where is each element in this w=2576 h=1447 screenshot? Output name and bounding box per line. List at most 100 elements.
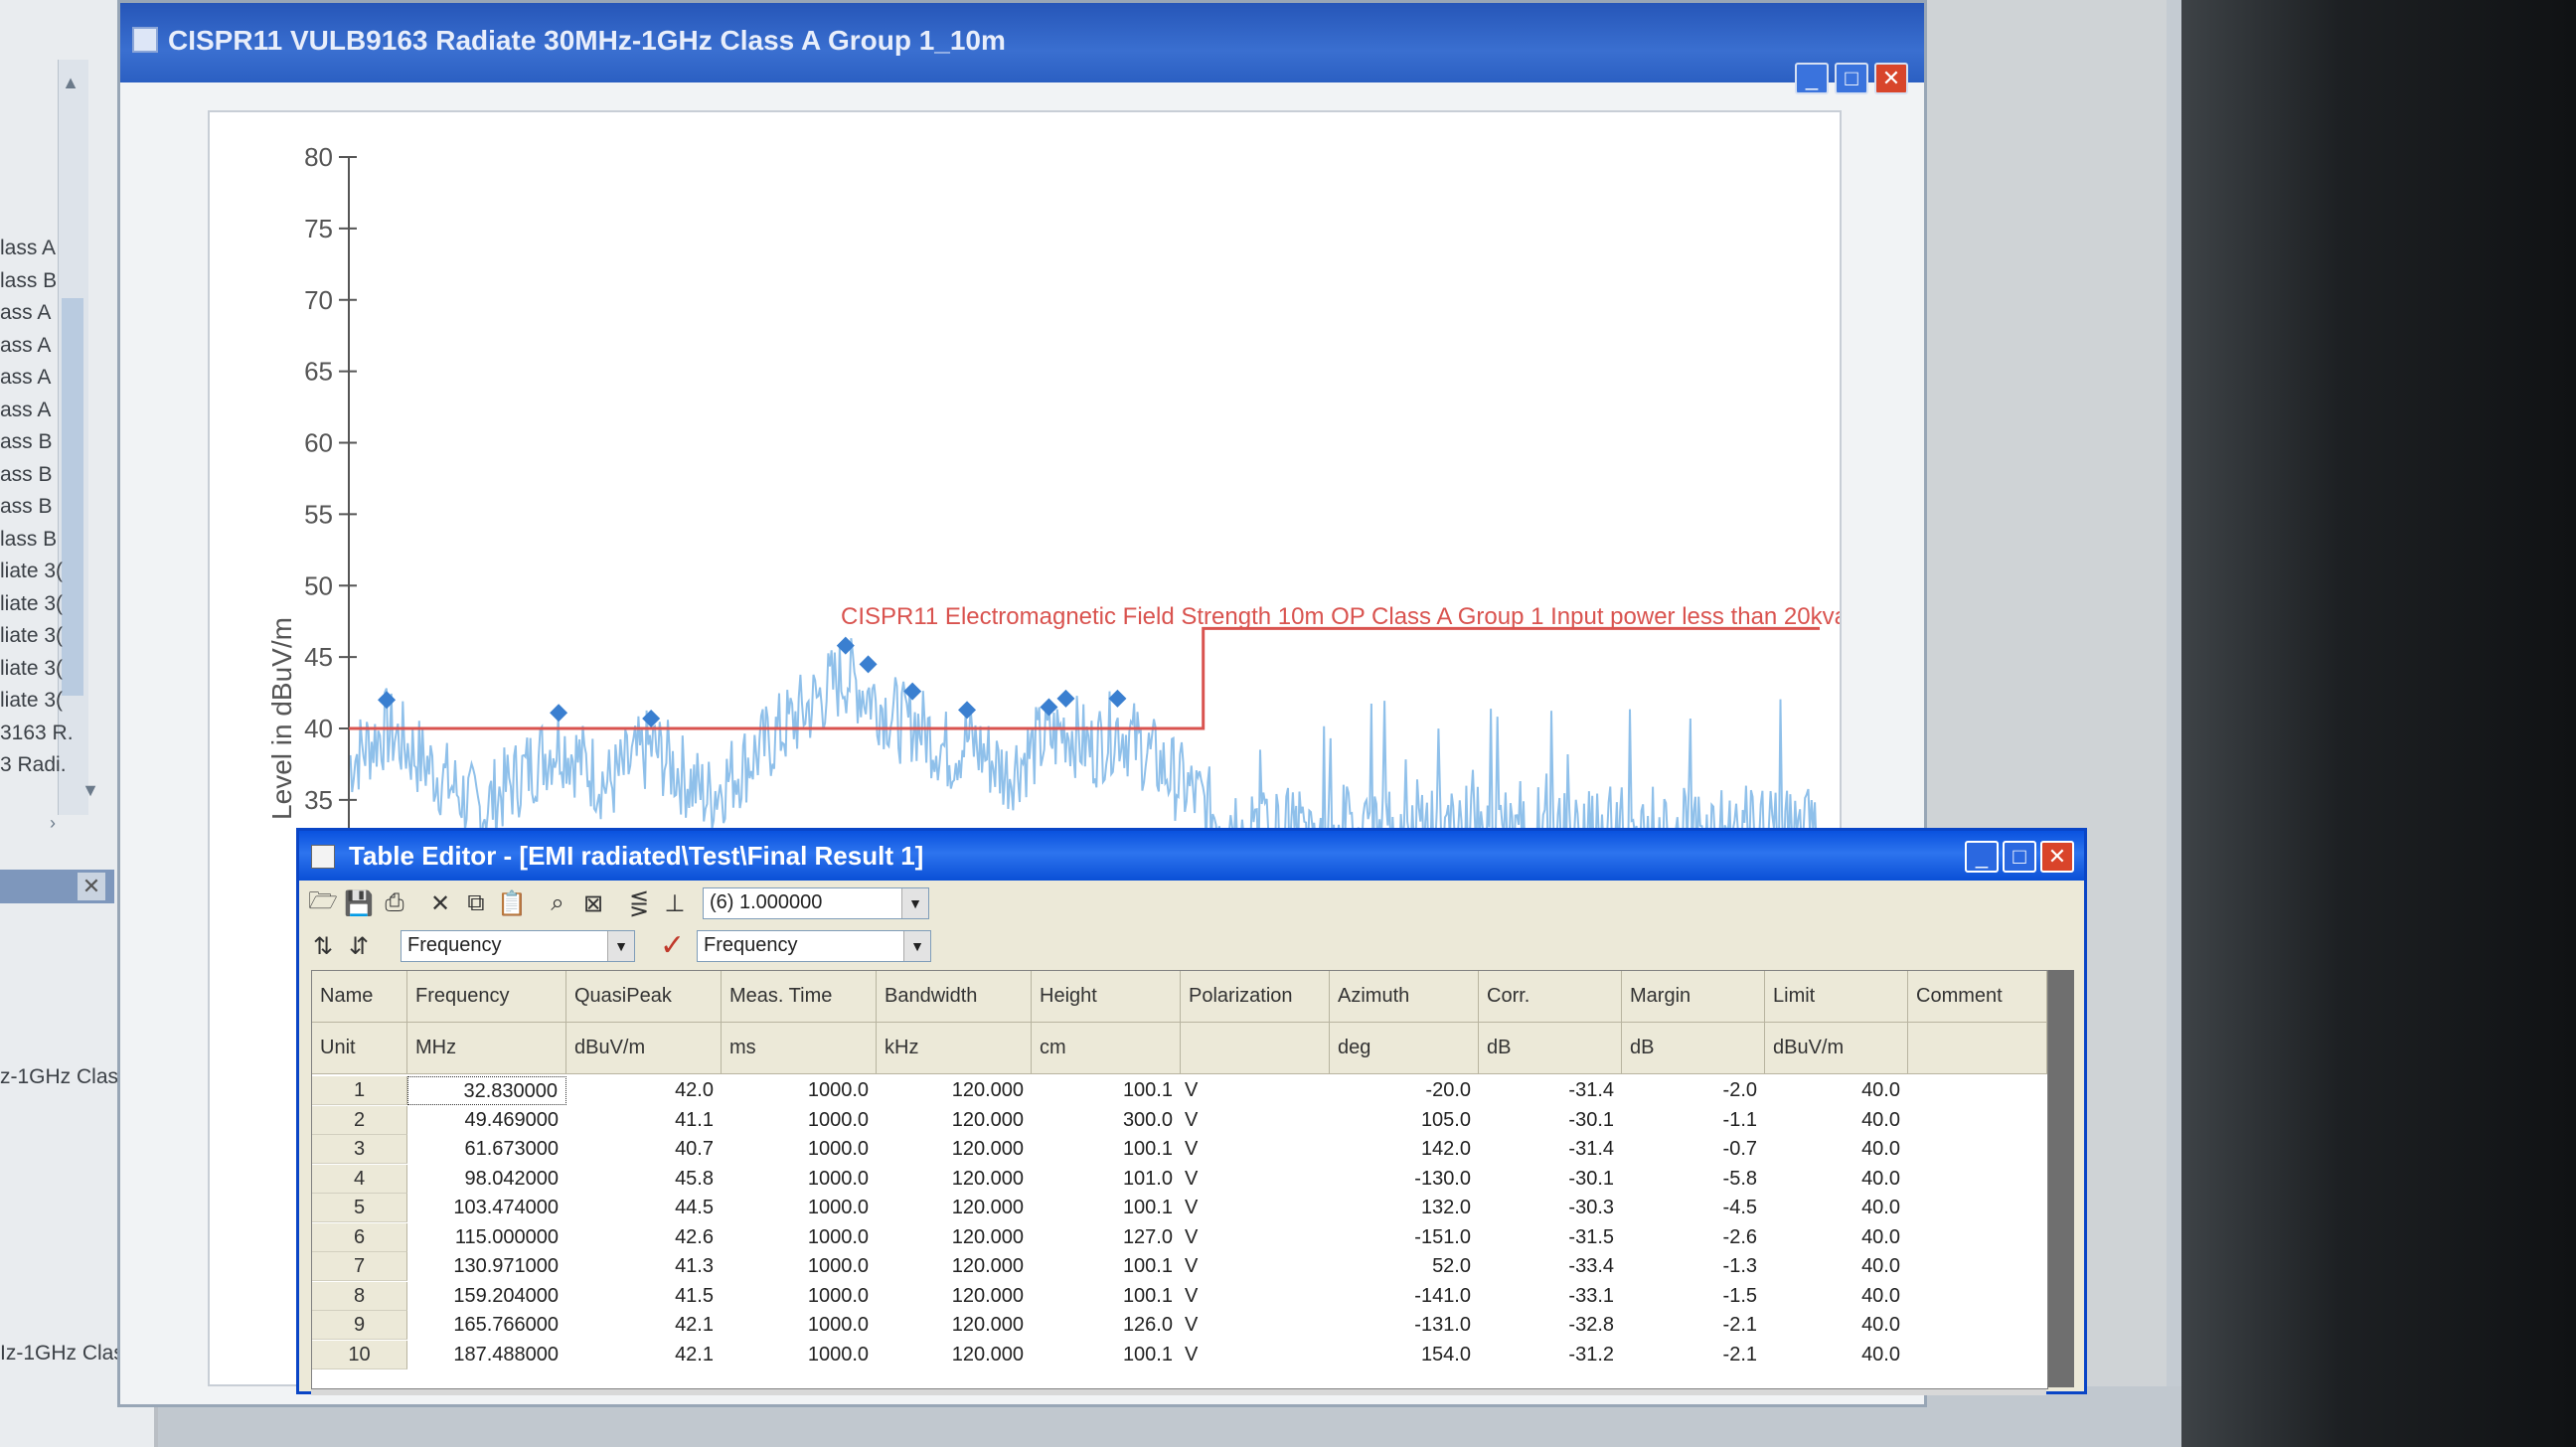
row-header[interactable]: 3 xyxy=(312,1135,407,1164)
table-cell[interactable]: V xyxy=(1181,1165,1330,1194)
table-cell[interactable]: V xyxy=(1181,1135,1330,1164)
table-cell[interactable] xyxy=(1908,1076,2047,1105)
close-button[interactable]: ✕ xyxy=(2040,841,2074,873)
table-cell[interactable] xyxy=(1908,1311,2047,1340)
sort-ascending-icon[interactable]: ⇅ xyxy=(309,932,337,960)
table-cell[interactable]: 120.000 xyxy=(877,1311,1032,1340)
scroll-down-icon[interactable]: ▼ xyxy=(78,777,103,803)
table-cell[interactable]: 45.8 xyxy=(566,1165,722,1194)
print-icon[interactable]: ⎙ xyxy=(381,889,408,917)
table-cell[interactable]: -30.3 xyxy=(1479,1194,1622,1222)
table-scrollbar[interactable] xyxy=(2048,970,2074,1387)
table-cell[interactable]: 1000.0 xyxy=(722,1106,877,1135)
table-cell[interactable]: 120.000 xyxy=(877,1223,1032,1252)
table-cell[interactable]: 100.1 xyxy=(1032,1194,1181,1222)
table-cell[interactable]: -31.4 xyxy=(1479,1135,1622,1164)
insert-row-icon[interactable]: ⊥ xyxy=(661,889,689,917)
minimize-button[interactable]: _ xyxy=(1965,841,1999,873)
table-cell[interactable]: 42.0 xyxy=(566,1076,722,1105)
table-cell[interactable]: 1000.0 xyxy=(722,1194,877,1222)
table-cell[interactable]: -1.1 xyxy=(1622,1106,1765,1135)
table-cell[interactable]: -151.0 xyxy=(1330,1223,1479,1252)
table-cell[interactable]: 1000.0 xyxy=(722,1165,877,1194)
tree-item[interactable]: 3163 R. xyxy=(0,722,74,745)
table-cell[interactable] xyxy=(1908,1341,2047,1369)
table-cell[interactable]: -5.8 xyxy=(1622,1165,1765,1194)
scroll-right-icon[interactable]: › xyxy=(40,810,66,836)
tree-item[interactable]: liate 3( xyxy=(0,689,63,713)
table-cell[interactable]: 126.0 xyxy=(1032,1311,1181,1340)
column-header-limit[interactable]: Limit xyxy=(1765,971,1908,1023)
value-combo[interactable]: (6) 1.000000 ▼ xyxy=(703,887,929,919)
column-header-comment[interactable]: Comment xyxy=(1908,971,2047,1023)
chevron-down-icon[interactable]: ▼ xyxy=(607,931,634,961)
chevron-down-icon[interactable]: ▼ xyxy=(901,888,928,918)
table-cell[interactable]: V xyxy=(1181,1106,1330,1135)
table-cell[interactable]: V xyxy=(1181,1341,1330,1369)
tree-item[interactable]: liate 3( xyxy=(0,657,63,681)
table-cell[interactable] xyxy=(1908,1252,2047,1281)
tree-item[interactable]: liate 3( xyxy=(0,560,63,583)
find-icon[interactable]: ⌕ xyxy=(544,889,571,917)
table-cell[interactable]: 101.0 xyxy=(1032,1165,1181,1194)
table-cell[interactable]: 120.000 xyxy=(877,1106,1032,1135)
table-cell[interactable]: V xyxy=(1181,1223,1330,1252)
save-icon[interactable]: 💾 xyxy=(344,889,374,917)
chart-titlebar[interactable]: CISPR11 VULB9163 Radiate 30MHz-1GHz Clas… xyxy=(120,3,1924,82)
table-cell[interactable]: 154.0 xyxy=(1330,1341,1479,1369)
table-cell[interactable]: -31.2 xyxy=(1479,1341,1622,1369)
table-cell[interactable]: 1000.0 xyxy=(722,1282,877,1311)
tree-item[interactable]: liate 3( xyxy=(0,592,63,616)
table-cell[interactable]: 142.0 xyxy=(1330,1135,1479,1164)
table-cell[interactable]: 1000.0 xyxy=(722,1223,877,1252)
result-table[interactable]: Name Unit Frequency MHz QuasiPeak dBuV/m Meas.… xyxy=(311,970,2048,1389)
table-cell[interactable] xyxy=(1908,1223,2047,1252)
table-cell[interactable]: -1.5 xyxy=(1622,1282,1765,1311)
row-header[interactable]: 6 xyxy=(312,1222,407,1252)
sort-field-select[interactable]: Frequency ▼ xyxy=(401,930,635,962)
tree-item[interactable]: Iz-1GHz Clas xyxy=(0,1342,124,1366)
table-cell[interactable]: V xyxy=(1181,1252,1330,1281)
column-header-margin[interactable]: Margin xyxy=(1622,971,1765,1023)
table-cell[interactable]: 187.488000 xyxy=(407,1341,566,1369)
row-header[interactable]: 1 xyxy=(312,1076,407,1105)
tree-item[interactable]: ass B xyxy=(0,495,53,519)
tree-item[interactable]: z-1GHz Clas xyxy=(0,1065,118,1089)
table-cell[interactable]: 61.673000 xyxy=(407,1135,566,1164)
table-cell[interactable]: 120.000 xyxy=(877,1165,1032,1194)
table-cell[interactable]: 100.1 xyxy=(1032,1282,1181,1311)
table-cell[interactable]: 42.1 xyxy=(566,1341,722,1369)
maximize-button[interactable]: □ xyxy=(2003,841,2036,873)
table-cell[interactable]: 130.971000 xyxy=(407,1252,566,1281)
table-cell[interactable]: 1000.0 xyxy=(722,1135,877,1164)
table-cell[interactable]: 1000.0 xyxy=(722,1311,877,1340)
table-cell[interactable] xyxy=(1908,1194,2047,1222)
table-cell[interactable]: -2.1 xyxy=(1622,1311,1765,1340)
open-folder-icon[interactable]: 🗁 xyxy=(308,887,338,917)
column-header-azimuth[interactable]: Azimuth xyxy=(1330,971,1479,1023)
table-cell[interactable]: 120.000 xyxy=(877,1341,1032,1369)
row-header[interactable]: 7 xyxy=(312,1252,407,1281)
table-cell[interactable]: 40.0 xyxy=(1765,1106,1908,1135)
table-cell[interactable]: -33.4 xyxy=(1479,1252,1622,1281)
table-cell[interactable]: 52.0 xyxy=(1330,1252,1479,1281)
table-cell[interactable]: 40.0 xyxy=(1765,1252,1908,1281)
table-cell[interactable]: 40.0 xyxy=(1765,1223,1908,1252)
table-cell[interactable]: -33.1 xyxy=(1479,1282,1622,1311)
table-cell[interactable]: 40.0 xyxy=(1765,1282,1908,1311)
table-cell[interactable]: 103.474000 xyxy=(407,1194,566,1222)
sort-descending-icon[interactable]: ⇵ xyxy=(345,932,373,960)
table-cell[interactable]: 42.6 xyxy=(566,1223,722,1252)
table-cell[interactable] xyxy=(1908,1106,2047,1135)
table-cell[interactable]: 100.1 xyxy=(1032,1252,1181,1281)
table-cell[interactable]: 1000.0 xyxy=(722,1252,877,1281)
table-cell[interactable]: 159.204000 xyxy=(407,1282,566,1311)
table-cell[interactable]: 100.1 xyxy=(1032,1076,1181,1105)
table-cell[interactable]: 44.5 xyxy=(566,1194,722,1222)
table-cell[interactable]: 40.0 xyxy=(1765,1076,1908,1105)
table-cell[interactable] xyxy=(1908,1165,2047,1194)
table-cell[interactable]: 300.0 xyxy=(1032,1106,1181,1135)
cut-icon[interactable]: ✕ xyxy=(426,889,454,917)
tree-scroll-thumb[interactable] xyxy=(62,298,83,696)
table-editor-titlebar[interactable]: Table Editor - [EMI radiated\Test\Final … xyxy=(299,831,2084,881)
